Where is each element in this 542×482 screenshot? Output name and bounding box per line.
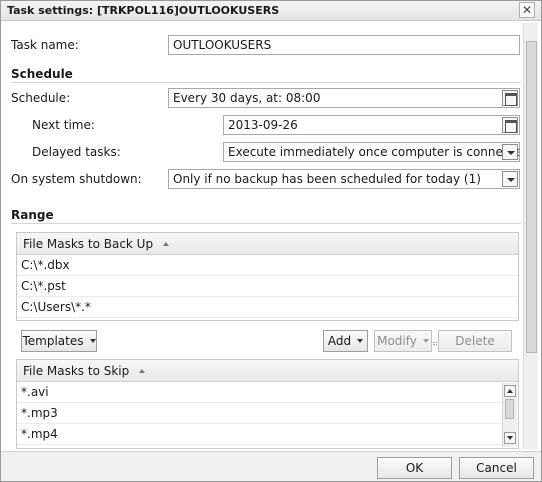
- system-shutdown-select[interactable]: Only if no backup has been scheduled for…: [168, 169, 520, 189]
- backup-masks-header[interactable]: File Masks to Back Up: [17, 233, 518, 255]
- templates-button[interactable]: Templates: [21, 330, 97, 352]
- delayed-tasks-select[interactable]: Execute immediately once computer is con…: [223, 142, 520, 162]
- chevron-down-icon: [357, 339, 364, 343]
- content-scrollbar[interactable]: [523, 23, 538, 449]
- table-row[interactable]: *.mp4: [17, 424, 518, 445]
- settings-content: Task name: OUTLOOKUSERS Schedule Schedul…: [1, 21, 523, 451]
- chevron-down-icon[interactable]: [502, 171, 518, 187]
- scroll-thumb[interactable]: [526, 41, 537, 353]
- scroll-thumb[interactable]: [505, 399, 514, 419]
- schedule-divider: [11, 82, 521, 83]
- backup-masks-table: File Masks to Back Up C:\*.dbx C:\*.pst …: [16, 232, 519, 321]
- close-icon[interactable]: ✕: [519, 2, 535, 18]
- schedule-section-title: Schedule: [11, 67, 73, 81]
- table-row[interactable]: C:\Users\*.*: [17, 297, 518, 318]
- next-time-label: Next time:: [32, 118, 95, 132]
- task-settings-dialog: Task settings: [TRKPOL116]OUTLOOKUSERS ✕…: [0, 0, 542, 482]
- range-section-title: Range: [11, 208, 54, 222]
- scroll-down-icon[interactable]: [504, 432, 516, 444]
- schedule-field[interactable]: Every 30 days, at: 08:00: [168, 88, 520, 108]
- skip-table-scrollbar[interactable]: [502, 383, 517, 447]
- sort-up-icon: [162, 242, 169, 246]
- scroll-up-icon[interactable]: [504, 385, 516, 397]
- delete-button[interactable]: Delete: [438, 330, 512, 352]
- calendar-icon[interactable]: [502, 117, 518, 133]
- modify-button[interactable]: Modify: [374, 330, 432, 352]
- table-row[interactable]: C:\*.dbx: [17, 255, 518, 276]
- calendar-icon[interactable]: [502, 90, 518, 106]
- table-row[interactable]: C:\*.pst: [17, 276, 518, 297]
- task-name-label: Task name:: [11, 38, 79, 52]
- task-name-input[interactable]: OUTLOOKUSERS: [168, 35, 520, 55]
- chevron-down-icon[interactable]: [502, 144, 518, 160]
- chevron-down-icon: [422, 339, 429, 343]
- delayed-tasks-label: Delayed tasks:: [32, 145, 121, 159]
- sort-up-icon: [139, 369, 146, 373]
- dialog-footer: OK Cancel: [1, 451, 541, 481]
- window-title: Task settings: [TRKPOL116]OUTLOOKUSERS: [7, 4, 280, 17]
- range-divider: [11, 223, 521, 224]
- cancel-button[interactable]: Cancel: [459, 457, 534, 479]
- skip-masks-header[interactable]: File Masks to Skip: [17, 360, 518, 382]
- table-row[interactable]: *.avi: [17, 382, 518, 403]
- chevron-down-icon: [89, 339, 96, 343]
- add-button[interactable]: Add: [323, 330, 368, 352]
- system-shutdown-label: On system shutdown:: [11, 172, 142, 186]
- title-bar: Task settings: [TRKPOL116]OUTLOOKUSERS ✕: [1, 1, 541, 21]
- skip-masks-table: File Masks to Skip *.avi *.mp3 *.mp4: [16, 359, 519, 449]
- schedule-label: Schedule:: [11, 91, 71, 105]
- table-row[interactable]: *.mp3: [17, 403, 518, 424]
- next-time-field[interactable]: 2013-09-26: [223, 115, 520, 135]
- ok-button[interactable]: OK: [377, 457, 452, 479]
